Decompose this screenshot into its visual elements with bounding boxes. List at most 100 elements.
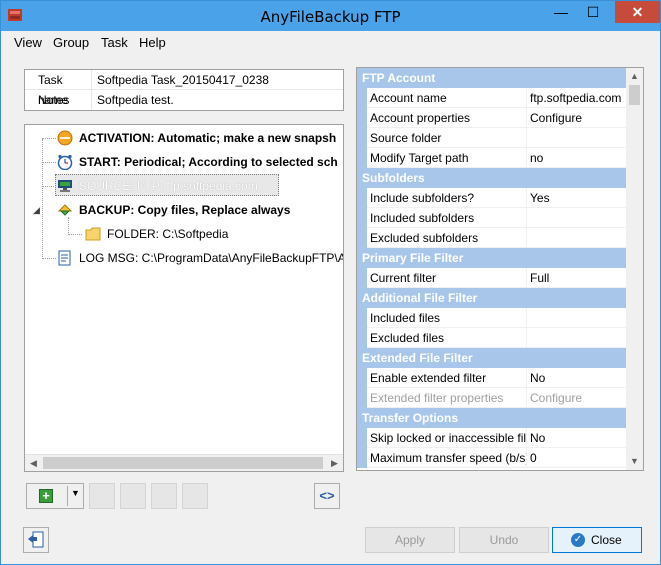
menu-view[interactable]: View: [14, 35, 42, 50]
apply-button[interactable]: Apply: [365, 527, 455, 553]
scroll-thumb[interactable]: [43, 457, 323, 469]
prop-row[interactable]: Excluded files: [357, 328, 627, 348]
activation-icon: [57, 130, 73, 146]
close-button-label: Close: [591, 533, 622, 547]
start-label: START: Periodical; According to selected…: [79, 155, 338, 169]
tree-horizontal-scrollbar[interactable]: ◀ ▶: [25, 454, 343, 471]
tree-connector: [42, 258, 56, 259]
button-divider: [67, 486, 68, 506]
prop-name: Enable extended filter: [370, 368, 527, 388]
task-info-grid: Task name Softpedia Task_20150417_0238 N…: [24, 69, 344, 111]
task-tree: ACTIVATION: Automatic; make a new snapsh…: [24, 124, 344, 472]
category-subfolders[interactable]: Subfolders: [357, 168, 627, 188]
prop-row[interactable]: Current filter Full: [357, 268, 627, 288]
folder-label: FOLDER: C:\Softpedia: [107, 227, 229, 241]
backup-icon: [57, 204, 73, 216]
notes-value[interactable]: Softpedia test.: [97, 90, 174, 110]
prop-name: Included files: [370, 308, 527, 328]
prop-value[interactable]: ftp.softpedia.com: [530, 88, 621, 108]
log-message-icon: [58, 250, 71, 266]
prop-row[interactable]: Extended filter properties Configure: [357, 388, 627, 408]
prop-value[interactable]: Full: [530, 268, 549, 288]
property-grid: FTP Account Account name ftp.softpedia.c…: [356, 67, 644, 471]
scroll-thumb[interactable]: [629, 85, 640, 105]
maximize-button[interactable]: ☐: [579, 1, 607, 23]
title-bar[interactable]: AnyFileBackup FTP — ☐ ✕: [1, 1, 660, 31]
task-name-value[interactable]: Softpedia Task_20150417_0238: [97, 70, 269, 90]
prop-name: Include subfolders?: [370, 188, 527, 208]
prop-value[interactable]: no: [530, 148, 543, 168]
add-item-button[interactable]: + ▼: [26, 483, 84, 509]
toolbar-button-disabled[interactable]: [89, 483, 115, 509]
notes-label: Notes: [25, 90, 92, 110]
prop-value[interactable]: 0: [530, 448, 537, 468]
category-extended-filter[interactable]: Extended File Filter: [357, 348, 627, 368]
clock-icon: [57, 154, 73, 170]
close-button[interactable]: ✓ Close: [552, 527, 642, 553]
menu-help[interactable]: Help: [139, 35, 166, 50]
prop-name: Excluded files: [370, 328, 527, 348]
prop-row[interactable]: Account name ftp.softpedia.com: [357, 88, 627, 108]
prop-row[interactable]: Excluded subfolders: [357, 228, 627, 248]
prop-name: Excluded subfolders: [370, 228, 527, 248]
prop-value[interactable]: No: [530, 428, 545, 448]
task-name-label: Task name: [25, 70, 92, 107]
scroll-right-icon[interactable]: ▶: [326, 455, 343, 471]
prop-name: Account properties: [370, 108, 527, 128]
prop-row[interactable]: Include subfolders? Yes: [357, 188, 627, 208]
prop-value: Configure: [530, 391, 583, 405]
minimize-button[interactable]: —: [547, 1, 575, 23]
scroll-down-icon[interactable]: ▼: [626, 453, 643, 470]
prop-row[interactable]: Maximum transfer speed (b/s) 0: [357, 448, 627, 468]
category-additional-filter[interactable]: Additional File Filter: [357, 288, 627, 308]
folder-icon: [85, 227, 101, 241]
tree-connector: [42, 162, 56, 163]
main-window: AnyFileBackup FTP — ☐ ✕ View Group Task …: [0, 0, 661, 565]
category-ftp-account[interactable]: FTP Account: [357, 68, 627, 88]
backup-expander[interactable]: ◢: [33, 200, 40, 220]
close-window-button[interactable]: ✕: [615, 1, 660, 23]
menu-group[interactable]: Group: [53, 35, 89, 50]
prop-row[interactable]: Included subfolders: [357, 208, 627, 228]
task-name-row: Task name Softpedia Task_20150417_0238: [25, 70, 343, 107]
plus-icon: +: [39, 489, 53, 503]
prop-row[interactable]: Skip locked or inaccessible files No: [357, 428, 627, 448]
prop-name: Skip locked or inaccessible files: [370, 428, 527, 448]
prop-name: Current filter: [370, 268, 527, 288]
undo-button[interactable]: Undo: [459, 527, 549, 553]
category-primary-filter[interactable]: Primary File Filter: [357, 248, 627, 268]
tree-connector: [42, 138, 56, 139]
backup-label: BACKUP: Copy files, Replace always: [79, 203, 291, 217]
prop-row[interactable]: Included files: [357, 308, 627, 328]
toggle-panels-button[interactable]: <>: [314, 483, 340, 509]
ftp-server-icon: [58, 180, 72, 192]
menu-bar: View Group Task Help: [1, 31, 660, 53]
toolbar-button-disabled[interactable]: [151, 483, 177, 509]
prop-name: Included subfolders: [370, 208, 527, 228]
checkmark-icon: ✓: [571, 533, 585, 547]
tree-connector: [68, 234, 82, 235]
prop-name: Modify Target path: [370, 148, 527, 168]
toolbar-button-disabled[interactable]: [120, 483, 146, 509]
property-vertical-scrollbar[interactable]: ▲ ▼: [626, 68, 643, 470]
prop-row[interactable]: Account properties Configure: [357, 108, 627, 128]
tree-connector: [42, 139, 43, 259]
prop-row[interactable]: Enable extended filter No: [357, 368, 627, 388]
scroll-left-icon[interactable]: ◀: [25, 455, 42, 471]
scroll-up-icon[interactable]: ▲: [626, 68, 643, 85]
toolbar-button-disabled[interactable]: [182, 483, 208, 509]
prop-value[interactable]: Configure: [530, 108, 582, 128]
prop-value[interactable]: Yes: [530, 188, 550, 208]
prop-name: Maximum transfer speed (b/s): [370, 448, 527, 468]
prop-row[interactable]: Modify Target path no: [357, 148, 627, 168]
exit-arrow-icon: [28, 531, 44, 548]
dropdown-arrow-icon[interactable]: ▼: [71, 488, 80, 498]
category-transfer-options[interactable]: Transfer Options: [357, 408, 627, 428]
menu-task[interactable]: Task: [101, 35, 128, 50]
notes-row: Notes Softpedia test.: [25, 90, 343, 110]
back-button[interactable]: [23, 527, 49, 553]
code-brackets-icon: <>: [319, 488, 335, 503]
prop-value[interactable]: No: [530, 368, 545, 388]
prop-name: Account name: [370, 88, 527, 108]
prop-row[interactable]: Source folder: [357, 128, 627, 148]
